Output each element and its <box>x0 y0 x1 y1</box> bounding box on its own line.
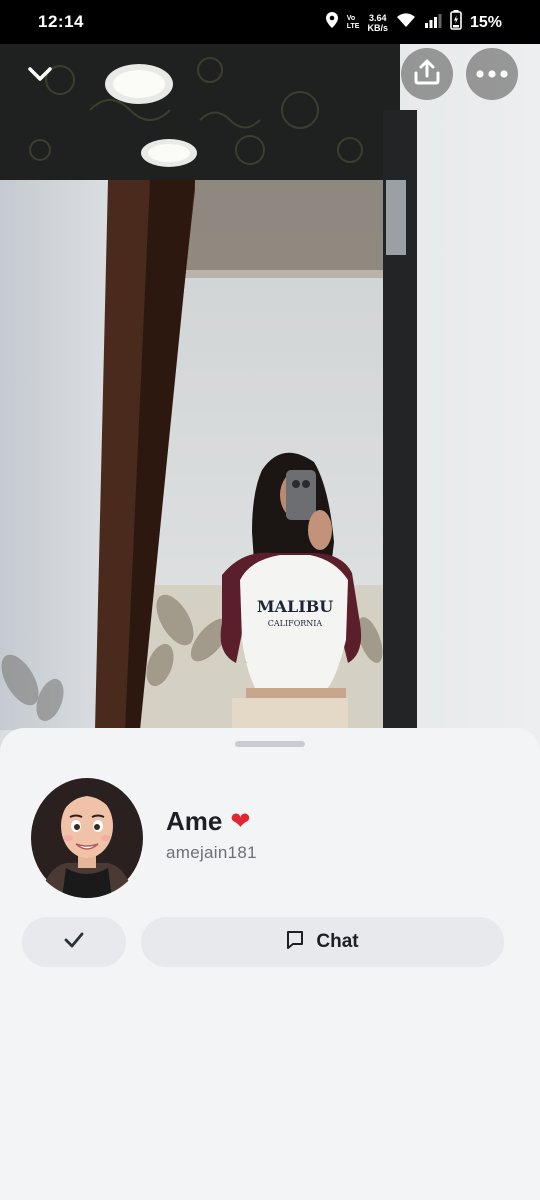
added-friend-button[interactable] <box>22 917 126 967</box>
upload-icon <box>412 57 442 92</box>
chat-button-label: Chat <box>316 931 359 952</box>
battery-icon <box>450 10 462 35</box>
net-speed-unit: KB/s <box>367 22 388 33</box>
avatar[interactable] <box>26 768 148 898</box>
status-icons: Vo LTE 3.64 KB/s 15% <box>325 10 502 35</box>
volte-top: Vo <box>346 14 356 22</box>
story-photo: MALIBU CALIFORNIA <box>0 0 540 760</box>
more-options-button[interactable] <box>466 48 518 100</box>
chevron-down-icon <box>27 66 53 87</box>
location-icon <box>325 11 339 34</box>
net-speed-value: 3.64 <box>368 12 387 23</box>
collapse-button[interactable] <box>22 60 58 92</box>
more-dots-icon <box>476 65 508 83</box>
status-bar: 12:14 Vo LTE 3.64 KB/s 15% <box>0 0 540 44</box>
shirt-text-2: CALIFORNIA <box>268 619 323 628</box>
net-speed: 3.64 KB/s <box>367 13 388 33</box>
display-name: Ame <box>166 806 223 836</box>
profile-sheet: Ame ❤ amejain181 Chat <box>0 728 540 1200</box>
status-time: 12:14 <box>38 12 84 31</box>
share-button[interactable] <box>401 48 453 100</box>
wifi-icon <box>396 12 416 33</box>
chat-button[interactable]: Chat <box>141 917 504 967</box>
battery-percent: 15% <box>469 13 502 31</box>
signal-icon <box>424 12 442 33</box>
heart-emoji: ❤ <box>230 807 251 835</box>
drag-handle[interactable] <box>235 741 305 747</box>
shirt-text-1: MALIBU <box>257 597 333 616</box>
volte-bottom: LTE <box>346 22 360 30</box>
chat-bubble-icon <box>286 930 304 955</box>
volte-indicator: Vo LTE <box>347 15 360 31</box>
profile-name-row: Ame ❤ <box>166 806 250 837</box>
checkmark-icon <box>63 931 85 954</box>
username: amejain181 <box>166 843 257 862</box>
